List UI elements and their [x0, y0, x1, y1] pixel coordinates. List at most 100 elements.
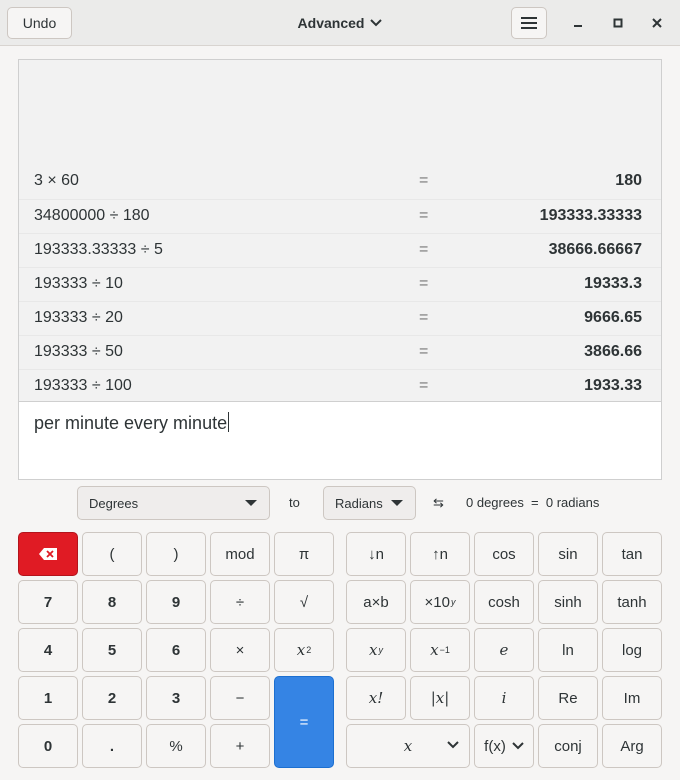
swap-units-icon[interactable]: ⇆: [433, 495, 444, 511]
tan-button[interactable]: tan: [602, 532, 662, 576]
close-paren-button[interactable]: ): [146, 532, 206, 576]
conjugate-button[interactable]: conj: [538, 724, 598, 768]
variable-menu-button[interactable]: x: [346, 724, 470, 768]
history-result[interactable]: 19333.3: [584, 275, 642, 293]
add-button[interactable]: +: [210, 724, 270, 768]
history-result[interactable]: 9666.65: [584, 309, 642, 327]
seven-button[interactable]: 7: [18, 580, 78, 624]
backspace-button[interactable]: [18, 532, 78, 576]
inverse-button[interactable]: x −1: [410, 628, 470, 672]
main-menu-button[interactable]: [511, 7, 547, 39]
power-button[interactable]: xy: [346, 628, 406, 672]
history-row[interactable]: 193333.33333 ÷ 5 = 38666.66667: [19, 233, 661, 267]
undo-button[interactable]: Undo: [7, 7, 72, 39]
to-unit-select[interactable]: Radians: [323, 486, 416, 520]
history-equals-sign: =: [419, 275, 429, 292]
multiply-vars-button[interactable]: a×b: [346, 580, 406, 624]
history-equation[interactable]: 3 × 60: [34, 172, 79, 190]
history-equation[interactable]: 34800000 ÷ 180: [34, 207, 150, 225]
decimal-point-button[interactable]: .: [82, 724, 142, 768]
history-panel: 3 × 60 = 180 34800000 ÷ 180 = 193333.33333 193…: [18, 59, 662, 402]
square-exponent: 2: [306, 645, 312, 655]
history-equals-sign: =: [419, 241, 429, 258]
chevron-down-icon: [512, 742, 524, 750]
log-button[interactable]: log: [602, 628, 662, 672]
hamburger-menu-icon: [521, 17, 537, 29]
close-button[interactable]: [645, 11, 669, 35]
equals-button[interactable]: =: [274, 676, 334, 768]
history-equation[interactable]: 193333 ÷ 50: [34, 343, 123, 361]
history-row[interactable]: 193333 ÷ 50 = 3866.66: [19, 335, 661, 369]
history-equation[interactable]: 193333 ÷ 100: [34, 377, 132, 395]
history-equals-sign: =: [419, 343, 429, 360]
square-root-button[interactable]: √: [274, 580, 334, 624]
subscript-button[interactable]: ↓n: [346, 532, 406, 576]
cos-button[interactable]: cos: [474, 532, 534, 576]
inverse-base: x: [430, 641, 439, 659]
square-button[interactable]: x2: [274, 628, 334, 672]
percent-button[interactable]: %: [146, 724, 206, 768]
minimize-button[interactable]: [566, 11, 590, 35]
entry-text: per minute every minute: [34, 413, 228, 433]
scientific-exponent-button[interactable]: ×10 y: [410, 580, 470, 624]
ln-button[interactable]: ln: [538, 628, 598, 672]
history-list: 3 × 60 = 180 34800000 ÷ 180 = 193333.33333 193…: [19, 165, 661, 403]
from-unit-select[interactable]: Degrees: [77, 486, 270, 520]
factorial-button[interactable]: x!: [346, 676, 406, 720]
eight-button[interactable]: 8: [82, 580, 142, 624]
history-result[interactable]: 180: [615, 172, 642, 190]
absolute-value-button[interactable]: |x|: [410, 676, 470, 720]
sinh-button[interactable]: sinh: [538, 580, 598, 624]
cosh-button[interactable]: cosh: [474, 580, 534, 624]
imaginary-part-button[interactable]: Im: [602, 676, 662, 720]
nine-button[interactable]: 9: [146, 580, 206, 624]
euler-button[interactable]: e: [474, 628, 534, 672]
three-button[interactable]: 3: [146, 676, 206, 720]
history-result[interactable]: 1933.33: [584, 377, 642, 395]
history-equation[interactable]: 193333.33333 ÷ 5: [34, 241, 163, 259]
four-button[interactable]: 4: [18, 628, 78, 672]
open-paren-button[interactable]: (: [82, 532, 142, 576]
history-row[interactable]: 193333 ÷ 100 = 1933.33: [19, 369, 661, 403]
divide-button[interactable]: ÷: [210, 580, 270, 624]
function-menu-button[interactable]: f(x): [474, 724, 534, 768]
superscript-button[interactable]: ↑n: [410, 532, 470, 576]
history-result[interactable]: 38666.66667: [549, 241, 642, 259]
sin-button[interactable]: sin: [538, 532, 598, 576]
dropdown-arrow-icon: [245, 500, 257, 506]
history-row[interactable]: 34800000 ÷ 180 = 193333.33333: [19, 199, 661, 233]
tanh-button[interactable]: tanh: [602, 580, 662, 624]
maximize-button[interactable]: [606, 11, 630, 35]
history-result[interactable]: 193333.33333: [540, 207, 642, 225]
real-part-button[interactable]: Re: [538, 676, 598, 720]
argument-button[interactable]: Arg: [602, 724, 662, 768]
mod-button[interactable]: mod: [210, 532, 270, 576]
chevron-down-icon: [447, 741, 459, 749]
conversion-result: 0 degrees = 0 radians: [466, 495, 600, 510]
maximize-icon: [613, 18, 623, 28]
mode-selector[interactable]: Advanced: [290, 7, 390, 39]
five-button[interactable]: 5: [82, 628, 142, 672]
sci-base: ×10: [424, 593, 450, 611]
one-button[interactable]: 1: [18, 676, 78, 720]
six-button[interactable]: 6: [146, 628, 206, 672]
history-equation[interactable]: 193333 ÷ 20: [34, 309, 123, 327]
history-row[interactable]: 3 × 60 = 180: [19, 165, 661, 199]
subtract-button[interactable]: −: [210, 676, 270, 720]
history-row[interactable]: 193333 ÷ 10 = 19333.3: [19, 267, 661, 301]
inverse-exponent: −1: [439, 645, 450, 655]
zero-button[interactable]: 0: [18, 724, 78, 768]
text-caret: [228, 412, 230, 432]
function-label: f(x): [484, 737, 506, 755]
euler-label: e: [499, 641, 509, 659]
two-button[interactable]: 2: [82, 676, 142, 720]
history-result[interactable]: 3866.66: [584, 343, 642, 361]
minimize-icon: [574, 25, 582, 27]
history-equation[interactable]: 193333 ÷ 10: [34, 275, 123, 293]
history-row[interactable]: 193333 ÷ 20 = 9666.65: [19, 301, 661, 335]
imaginary-button[interactable]: i: [474, 676, 534, 720]
pi-button[interactable]: π: [274, 532, 334, 576]
power-exponent: y: [378, 645, 383, 655]
multiply-button[interactable]: ×: [210, 628, 270, 672]
expression-entry[interactable]: per minute every minute: [18, 401, 662, 480]
